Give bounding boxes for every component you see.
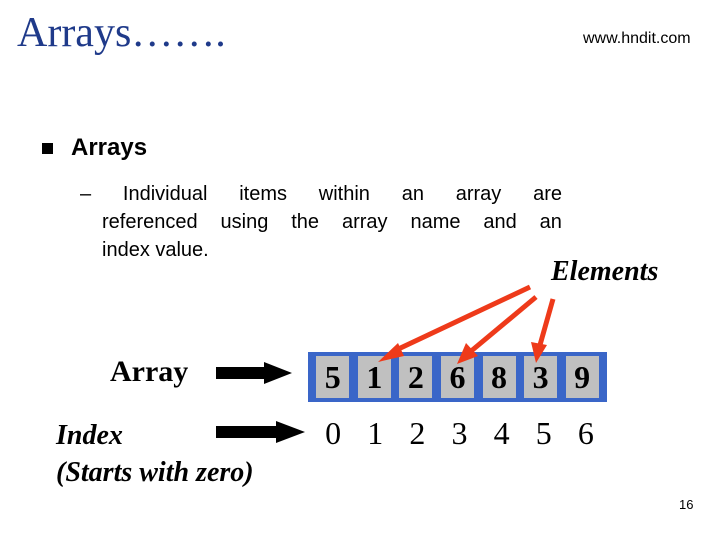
array-cell: 5 (316, 356, 350, 398)
index-value: 6 (577, 415, 594, 451)
word: array (455, 183, 502, 205)
word: referenced (102, 211, 198, 233)
word: using (220, 211, 269, 233)
word: an (401, 183, 424, 205)
array-cell: 1 (357, 356, 391, 398)
array-cell: 8 (482, 356, 516, 398)
index-value: 1 (367, 415, 384, 451)
elements-label: Elements (551, 256, 659, 287)
page-number: 16 (679, 497, 694, 512)
word: items (239, 183, 287, 205)
index-label: Index (Starts with zero) (56, 417, 254, 491)
word: within (318, 183, 370, 205)
word: the (291, 211, 320, 233)
array-cell: 6 (440, 356, 474, 398)
word: name (410, 211, 461, 233)
array-cell: 9 (565, 356, 599, 398)
index-value: 4 (493, 415, 510, 451)
word: index value. (102, 239, 209, 261)
sub-line-1: – Individual items within an array are (80, 180, 562, 208)
word: Individual (122, 183, 208, 205)
index-value: 2 (409, 415, 426, 451)
array-box: 5 1 2 6 8 3 9 (308, 352, 607, 402)
bullet-heading-row: Arrays (42, 134, 147, 162)
word: array (341, 211, 388, 233)
word: are (533, 183, 562, 205)
index-value: 5 (535, 415, 552, 451)
array-cell: 2 (399, 356, 433, 398)
bullet-heading: Arrays (71, 134, 148, 161)
slide-title: Arrays……. (17, 10, 226, 56)
index-label-line1: Index (56, 420, 123, 451)
index-value: 0 (325, 415, 342, 451)
word: and (483, 211, 517, 233)
sub-dash: – (80, 183, 92, 205)
sub-bullet-text: – Individual items within an array are r… (80, 180, 562, 264)
index-row: 0 1 2 3 4 5 6 (312, 415, 607, 452)
array-arrow-icon (216, 362, 292, 384)
array-label: Array (110, 355, 189, 388)
website-label: www.hndit.com (583, 30, 691, 47)
index-label-line2: (Starts with zero) (56, 457, 254, 488)
sub-line-3: index value. (80, 236, 562, 264)
array-cell: 3 (524, 356, 558, 398)
pointer-arrow-icon (378, 284, 532, 362)
sub-line-2: referenced using the array name and an (80, 208, 562, 236)
square-bullet-icon (42, 142, 53, 154)
index-value: 3 (451, 415, 468, 451)
word: an (539, 211, 562, 233)
